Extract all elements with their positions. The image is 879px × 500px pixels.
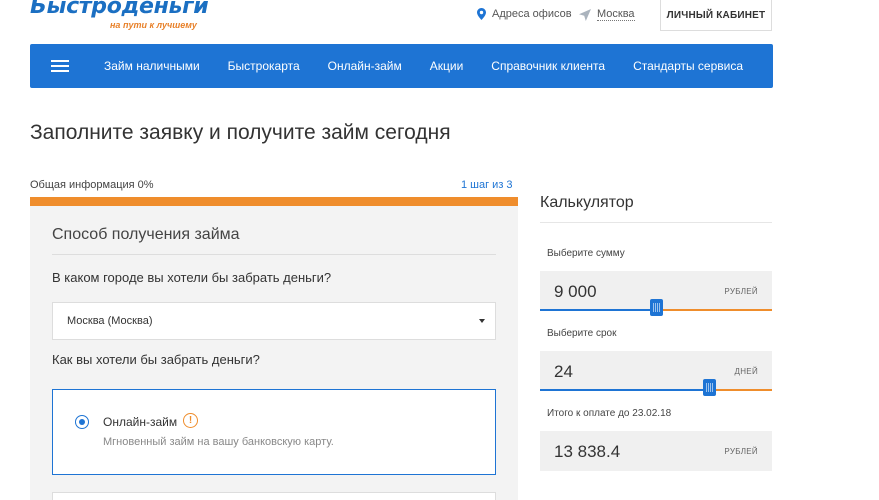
- amount-value: 9 000: [554, 282, 597, 301]
- term-slider-thumb[interactable]: [702, 379, 716, 396]
- calculator-title: Калькулятор: [540, 194, 634, 211]
- nav-item-promotions[interactable]: Акции: [416, 44, 478, 88]
- nav-item-online-loan[interactable]: Онлайн-займ: [314, 44, 416, 88]
- calculator-divider: [540, 222, 772, 223]
- total-value: 13 838.4: [554, 442, 621, 461]
- personal-cabinet-button[interactable]: ЛИЧНЫЙ КАБИНЕТ: [660, 0, 772, 31]
- menu-icon[interactable]: [30, 44, 90, 88]
- total-label: Итого к оплате до 23.02.18: [547, 408, 672, 419]
- amount-slider-thumb[interactable]: [649, 299, 663, 316]
- term-slider-track[interactable]: [540, 389, 772, 391]
- amount-field[interactable]: 9 000 РУБЛЕЙ: [540, 271, 772, 316]
- info-icon[interactable]: !: [183, 413, 198, 428]
- form-section-title: Способ получения займа: [52, 226, 240, 243]
- caret-down-icon: [479, 319, 485, 323]
- option-online-loan[interactable]: Онлайн-займ ! Мгновенный займ на вашу ба…: [52, 389, 496, 475]
- city-select[interactable]: Москва (Москва): [52, 302, 496, 340]
- term-field[interactable]: 24 ДНЕЙ: [540, 351, 772, 396]
- brand-logo[interactable]: Быстроденьги на пути к лучшему: [30, 0, 209, 30]
- option-online-description: Мгновенный займ на вашу банковскую карту…: [103, 436, 334, 448]
- nav-item-service-standards[interactable]: Стандарты сервиса: [619, 44, 757, 88]
- logo-text: Быстроденьги: [30, 0, 209, 19]
- amount-slider-fill: [540, 309, 656, 311]
- method-question: Как вы хотели бы забрать деньги?: [52, 352, 260, 367]
- location-arrow-icon: [579, 8, 591, 21]
- term-slider-fill: [540, 389, 710, 391]
- progress-label: Общая информация 0%: [30, 179, 154, 191]
- term-label: Выберите срок: [547, 328, 617, 339]
- term-unit: ДНЕЙ: [734, 367, 758, 376]
- option-online-label: Онлайн-займ: [103, 415, 178, 429]
- city-link-label: Москва: [597, 8, 635, 21]
- map-pin-icon: [477, 8, 486, 20]
- term-value: 24: [554, 362, 573, 381]
- nav-item-cash-loan[interactable]: Займ наличными: [90, 44, 214, 88]
- offices-link-label: Адреса офисов: [492, 8, 572, 20]
- amount-unit: РУБЛЕЙ: [724, 287, 758, 296]
- total-field: 13 838.4 РУБЛЕЙ: [540, 431, 772, 471]
- main-nav: Займ наличными Быстрокарта Онлайн-займ А…: [30, 44, 773, 88]
- city-question: В каком городе вы хотели бы забрать день…: [52, 270, 332, 285]
- progress-step: 1 шаг из 3: [461, 179, 513, 191]
- application-form: Способ получения займа В каком городе вы…: [30, 206, 518, 500]
- progress-bar: [30, 197, 518, 206]
- logo-tagline: на пути к лучшему: [110, 20, 197, 30]
- total-unit: РУБЛЕЙ: [724, 447, 758, 456]
- form-divider: [52, 254, 496, 255]
- nav-item-bystrokarta[interactable]: Быстрокарта: [214, 44, 314, 88]
- amount-label: Выберите сумму: [547, 248, 625, 259]
- option-next-card[interactable]: [52, 492, 496, 500]
- city-selector-link[interactable]: Москва: [579, 8, 635, 21]
- page-title: Заполните заявку и получите займ сегодня: [30, 121, 451, 144]
- online-loan-radio[interactable]: [75, 415, 89, 429]
- nav-item-client-guide[interactable]: Справочник клиента: [477, 44, 619, 88]
- offices-link[interactable]: Адреса офисов: [477, 8, 572, 20]
- city-select-value: Москва (Москва): [67, 315, 153, 327]
